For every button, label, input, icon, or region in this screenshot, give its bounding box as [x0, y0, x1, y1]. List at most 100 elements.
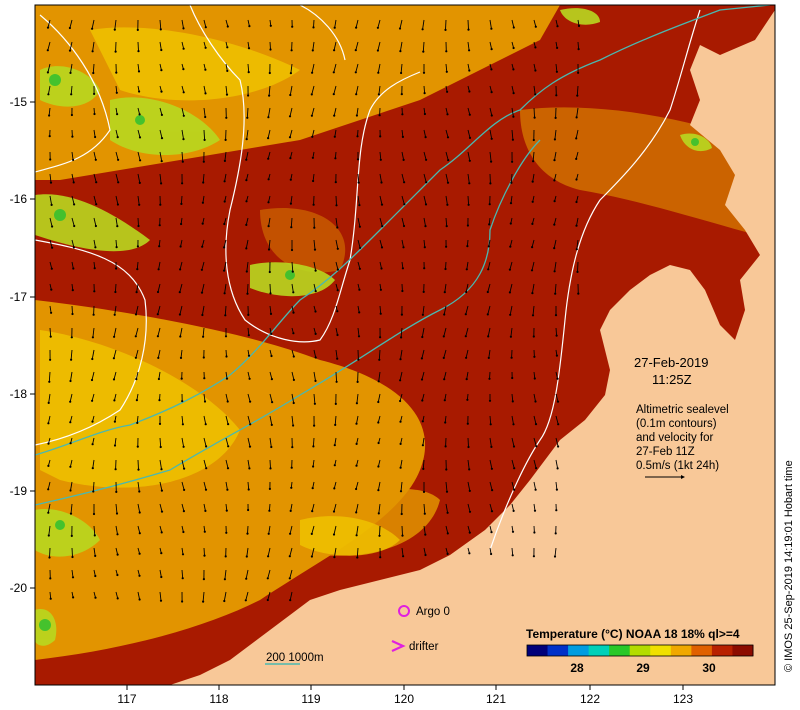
velocity-vector-head: [268, 94, 271, 97]
velocity-vector-head: [69, 442, 72, 445]
velocity-vector-head: [333, 114, 336, 117]
velocity-vector-head: [267, 201, 270, 204]
velocity-vector-head: [577, 48, 580, 51]
velocity-vector-head: [181, 553, 185, 556]
velocity-vector-head: [508, 268, 511, 271]
x-tick-label: 121: [486, 692, 506, 706]
velocity-vector-head: [486, 313, 489, 316]
velocity-vector-head: [226, 46, 229, 49]
velocity-vector-head: [512, 509, 515, 512]
velocity-vector-head: [400, 313, 403, 316]
velocity-vector-head: [534, 423, 538, 426]
velocity-vector-head: [380, 181, 383, 184]
velocity-vector-head: [182, 114, 185, 117]
velocity-vector-head: [116, 203, 119, 206]
velocity-vector-head: [71, 576, 75, 579]
colorbar-tick-label: 28: [570, 661, 584, 675]
velocity-vector-head: [420, 357, 423, 360]
velocity-vector-head: [314, 356, 317, 359]
velocity-vector: [510, 173, 513, 183]
velocity-vector-head: [267, 555, 270, 558]
velocity-vector-head: [358, 204, 361, 207]
velocity-vector-head: [138, 203, 141, 206]
velocity-vector-head: [248, 467, 251, 470]
velocity-vector-head: [554, 292, 557, 295]
annotation-line: and velocity for: [636, 432, 714, 444]
velocity-vector-head: [490, 445, 493, 448]
velocity-vector-head: [377, 93, 380, 96]
velocity-vector-head: [201, 201, 204, 204]
velocity-vector-head: [138, 552, 141, 555]
velocity-vector-head: [182, 138, 185, 141]
velocity-vector-head: [204, 423, 207, 426]
velocity-vector-head: [402, 246, 405, 249]
velocity-vector-head: [68, 26, 71, 30]
velocity-vector: [269, 41, 271, 50]
velocity-vector-head: [247, 508, 250, 512]
velocity-vector-head: [223, 222, 226, 226]
velocity-vector-head: [490, 91, 493, 94]
velocity-vector-head: [355, 464, 358, 467]
velocity-vector-head: [446, 203, 449, 206]
velocity-vector-head: [490, 531, 493, 534]
velocity-vector-head: [202, 335, 205, 338]
velocity-vector-head: [180, 222, 183, 226]
velocity-vector-head: [270, 332, 273, 335]
velocity-vector-head: [557, 445, 560, 448]
velocity-vector-head: [160, 575, 163, 579]
velocity-vector-head: [332, 510, 336, 513]
velocity-vector-head: [138, 136, 142, 139]
velocity-vector-head: [112, 378, 116, 381]
velocity-vector-head: [555, 509, 558, 512]
velocity-vector-head: [112, 357, 115, 360]
velocity-vector-head: [425, 181, 428, 184]
velocity-vector-head: [468, 159, 471, 162]
velocity-vector-head: [267, 137, 270, 140]
velocity-vector-head: [181, 160, 184, 163]
velocity-vector-head: [136, 445, 139, 448]
velocity-vector-head: [247, 334, 250, 337]
velocity-vector-head: [46, 49, 49, 52]
velocity-vector-head: [358, 267, 361, 270]
velocity-vector-head: [292, 401, 295, 405]
velocity-vector-head: [181, 182, 184, 185]
velocity-vector: [247, 283, 249, 294]
velocity-vector-head: [512, 92, 515, 95]
velocity-vector-head: [535, 467, 538, 470]
velocity-vector-head: [403, 181, 406, 184]
velocity-vector: [203, 547, 205, 556]
velocity-vector-head: [355, 442, 358, 445]
velocity-vector-head: [91, 467, 94, 470]
velocity-vector-head: [158, 245, 161, 248]
velocity-vector-head: [355, 511, 358, 514]
velocity-vector-head: [577, 71, 580, 74]
colorbar-cell: [527, 645, 549, 656]
velocity-vector-head: [402, 555, 405, 558]
velocity-vector-head: [313, 424, 316, 427]
colorbar-cell: [650, 645, 672, 656]
velocity-vector-head: [465, 378, 468, 381]
velocity-vector-head: [138, 574, 141, 577]
velocity-vector-head: [72, 596, 75, 599]
velocity-vector-head: [137, 224, 140, 228]
velocity-vector: [312, 437, 315, 447]
velocity-vector-head: [490, 68, 493, 71]
velocity-vector-head: [333, 444, 336, 447]
velocity-vector-head: [223, 246, 226, 249]
velocity-vector-head: [181, 400, 184, 403]
velocity-vector-head: [292, 291, 295, 294]
velocity-vector-head: [115, 267, 118, 270]
velocity-vector-head: [553, 200, 556, 203]
velocity-vector-head: [271, 401, 274, 404]
velocity-vector-head: [490, 467, 493, 470]
velocity-vector-head: [49, 577, 52, 580]
velocity-vector-head: [248, 445, 252, 448]
velocity-vector-head: [159, 28, 162, 31]
velocity-vector-head: [247, 71, 250, 74]
velocity-vector-head: [116, 553, 119, 556]
velocity-vector-head: [203, 530, 206, 533]
velocity-vector-head: [137, 50, 140, 53]
velocity-vector-head: [227, 423, 230, 426]
velocity-vector-head: [270, 445, 273, 449]
velocity-vector-head: [224, 335, 228, 338]
